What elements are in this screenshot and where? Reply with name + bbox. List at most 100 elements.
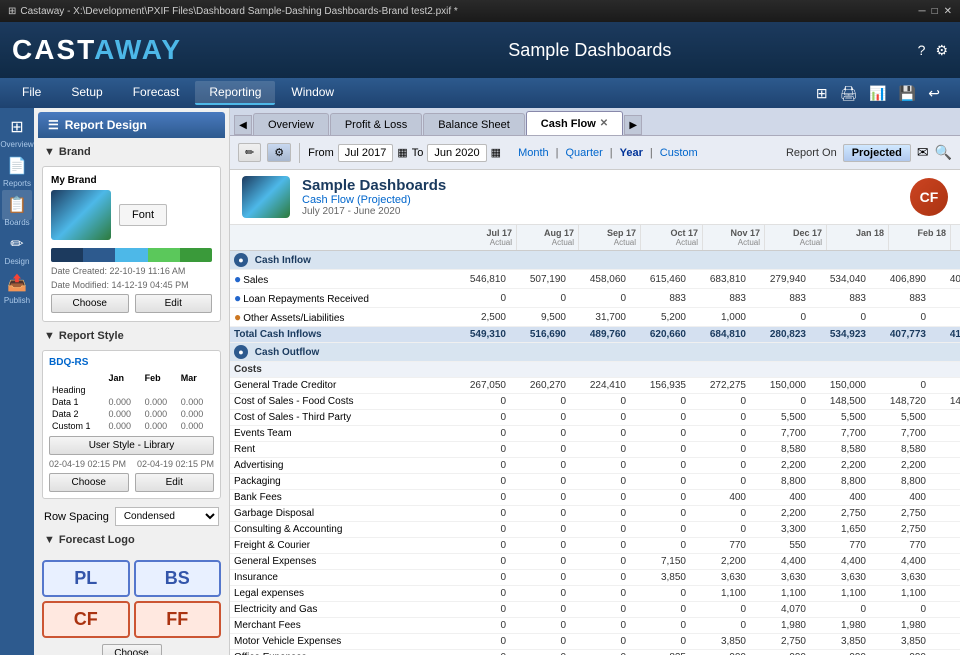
settings-icon[interactable]: ⚙ [935, 42, 948, 59]
tab-nav-left[interactable]: ◀ [234, 115, 252, 135]
app-title: Sample Dashboards [198, 40, 902, 61]
table-row: Packaging000008,8008,8008,8008,8008,8008… [230, 474, 960, 490]
menu-icon-2[interactable]: 🖨 [836, 83, 862, 104]
toolbar: ✏ ⚙ From Jul 2017 ▦ To Jun 2020 ▦ Month … [230, 136, 960, 170]
table-row: Garbage Disposal000002,2002,7502,7502,75… [230, 506, 960, 522]
period-custom-btn[interactable]: Custom [657, 145, 701, 161]
menu-icon-4[interactable]: 💾 [895, 83, 920, 104]
menu-setup[interactable]: Setup [57, 81, 116, 105]
brand-logo-img [51, 190, 111, 240]
forecast-logo-section-header[interactable]: ▼ Forecast Logo [38, 530, 225, 550]
style-choose-btn[interactable]: Choose [49, 473, 129, 492]
menu-icon-1[interactable]: ⊞ [812, 83, 832, 104]
period-month-btn[interactable]: Month [515, 145, 552, 161]
brand-edit-btn[interactable]: Edit [135, 294, 213, 313]
to-date[interactable]: Jun 2020 [427, 144, 486, 162]
logo-tile-cf[interactable]: CF [42, 601, 130, 638]
report-logo [242, 176, 290, 218]
color-block-4 [148, 248, 180, 262]
tab-close-icon[interactable]: ✕ [600, 118, 608, 129]
logo-tile-pl[interactable]: PL [42, 560, 130, 597]
projected-btn[interactable]: Projected [843, 144, 911, 162]
sidebar-btn-reports[interactable]: 📄 [2, 151, 32, 181]
row-spacing-label: Row Spacing [44, 511, 109, 523]
main-layout: ⊞ Overview 📄 Reports 📋 Boards ✏ Design 📤… [0, 108, 960, 655]
close-btn[interactable]: ✕ [944, 6, 952, 17]
envelope-icon[interactable]: ✉ [917, 144, 929, 161]
row-spacing-row: Row Spacing Condensed Normal Expanded [38, 503, 225, 530]
help-icon[interactable]: ? [918, 42, 926, 59]
menu-window[interactable]: Window [277, 81, 348, 105]
style-section-header[interactable]: ▼ Report Style [38, 326, 225, 346]
menu-reporting[interactable]: Reporting [195, 81, 275, 105]
data-table-wrapper[interactable]: ● Cash Inflow ●Sales 546,810 507,190 458… [230, 251, 960, 655]
date-range: From Jul 2017 ▦ To Jun 2020 ▦ [308, 144, 501, 162]
style-edit-btn[interactable]: Edit [135, 473, 215, 492]
logo-tile-ff[interactable]: FF [134, 601, 222, 638]
style-created: 02-04-19 02:15 PM [49, 459, 126, 469]
col-header-oct17: Oct 17Actual [641, 225, 703, 250]
style-date-created: 02-04-19 02:15 PM 02-04-19 02:15 PM [49, 459, 214, 469]
tab-cash-flow[interactable]: Cash Flow ✕ [526, 111, 623, 135]
date-modified-value: 14-12-19 04:45 PM [112, 280, 189, 290]
style-section-label: Report Style [59, 330, 124, 342]
chevron-down-icon: ▼ [44, 146, 55, 158]
brand-choose-btn[interactable]: Choose [51, 294, 129, 313]
other-assets-label: ●Other Assets/Liabilities [230, 308, 450, 327]
style-box: BDQ-RS JanFebMar Heading Data 10.0000.00… [42, 350, 221, 499]
font-button[interactable]: Font [119, 204, 167, 226]
from-date[interactable]: Jul 2017 [338, 144, 394, 162]
outflow-section-header: ● Cash Outflow [230, 343, 960, 362]
logo-choose-btn[interactable]: Choose [102, 644, 162, 655]
table-row: General Expenses0007,1502,2004,4004,4004… [230, 554, 960, 570]
inflow-section-header: ● Cash Inflow [230, 251, 960, 270]
table-row: Legal expenses00001,1001,1001,1001,1001,… [230, 586, 960, 602]
color-block-1 [51, 248, 83, 262]
color-block-3 [115, 248, 147, 262]
pencil-btn[interactable]: ✏ [238, 143, 261, 162]
search-icon[interactable]: 🔍 [935, 144, 952, 161]
tab-overview[interactable]: Overview [253, 113, 329, 135]
tab-cf-label: Cash Flow [541, 118, 596, 130]
calendar-icon-2[interactable]: ▦ [491, 146, 501, 159]
row-spacing-select[interactable]: Condensed Normal Expanded [115, 507, 219, 526]
tab-balance-sheet[interactable]: Balance Sheet [423, 113, 525, 135]
sidebar-label-publish: Publish [4, 296, 30, 305]
col-header-aug17: Aug 17Actual [517, 225, 579, 250]
sidebar-btn-publish[interactable]: 📤 [2, 268, 32, 298]
menu-icon-3[interactable]: 📊 [865, 83, 890, 104]
period-year-btn[interactable]: Year [617, 145, 646, 161]
menu-forecast[interactable]: Forecast [119, 81, 194, 105]
sidebar-btn-design[interactable]: ✏ [2, 229, 32, 259]
report-main-title: Sample Dashboards [302, 177, 898, 194]
menu-icon-5[interactable]: ↩ [924, 83, 944, 104]
tab-profit-loss[interactable]: Profit & Loss [330, 113, 422, 135]
col-header-dec17: Dec 17Actual [765, 225, 827, 250]
settings-btn[interactable]: ⚙ [267, 143, 291, 162]
hamburger-icon[interactable]: ☰ [48, 118, 59, 132]
sidebar-btn-overview[interactable]: ⊞ [2, 112, 32, 142]
calendar-icon-1[interactable]: ▦ [397, 146, 407, 159]
menu-left: File Setup Forecast Reporting Window [8, 81, 348, 105]
date-modified-label: Date Modified: 14-12-19 04:45 PM [51, 280, 189, 290]
title-bar-controls[interactable]: ─ □ ✕ [918, 6, 952, 17]
report-header: Sample Dashboards Cash Flow (Projected) … [230, 170, 960, 225]
header-icons: ? ⚙ [918, 42, 948, 59]
logo-away: AWAY [94, 34, 182, 65]
tab-nav-right[interactable]: ▶ [624, 115, 642, 135]
user-style-btn[interactable]: User Style - Library [49, 436, 214, 455]
menu-file[interactable]: File [8, 81, 55, 105]
sidebar-btn-boards[interactable]: 📋 [2, 190, 32, 220]
toolbar-right: Report On Projected ✉ 🔍 [786, 144, 952, 162]
brand-date-info: Date Created: 22-10-19 11:16 AM [51, 266, 212, 276]
tab-pl-label: Profit & Loss [345, 119, 407, 131]
period-quarter-btn[interactable]: Quarter [563, 145, 606, 161]
brand-section-header[interactable]: ▼ Brand [38, 142, 225, 162]
sidebar-label-overview: Overview [0, 140, 33, 149]
logo-tile-bs[interactable]: BS [134, 560, 222, 597]
col-headers: Jul 17Actual Aug 17Actual Sep 17Actual O… [230, 225, 960, 251]
minimize-btn[interactable]: ─ [918, 6, 925, 17]
maximize-btn[interactable]: □ [932, 6, 938, 17]
panel-title: Report Design [65, 118, 147, 132]
table-row: Insurance0003,8503,6303,6303,6303,6303,6… [230, 570, 960, 586]
